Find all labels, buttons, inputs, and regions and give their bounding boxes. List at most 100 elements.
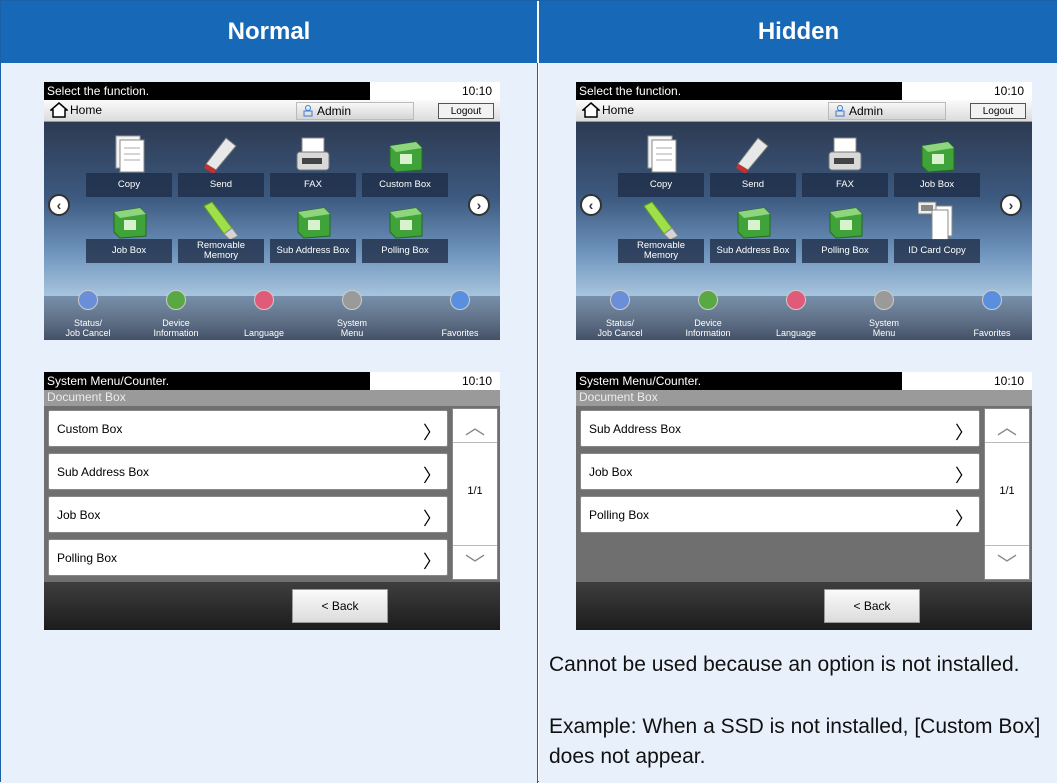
back-button[interactable]: < Back	[824, 589, 920, 623]
user-name: Admin	[317, 104, 352, 118]
next-page-icon[interactable]: ›	[1000, 194, 1022, 216]
tile-fax[interactable]: FAX	[270, 134, 356, 197]
clock: 10:10	[461, 84, 492, 98]
list-item-polling-box[interactable]: Polling Box 〉	[48, 539, 448, 576]
dock-device-information[interactable]: Device Information	[136, 318, 216, 338]
note-paragraph-2: Example: When a SSD is not installed, [C…	[549, 715, 1041, 768]
tile-label: Copy	[86, 173, 172, 197]
tile-removable-memory[interactable]: Removable Memory	[178, 200, 264, 263]
prompt-message: System Menu/Counter.	[576, 372, 902, 390]
tile-job-box[interactable]: Job Box	[894, 134, 980, 197]
tile-label: Polling Box	[802, 239, 888, 263]
tile-custom-box[interactable]: Custom Box	[362, 134, 448, 197]
home-button[interactable]: Home	[582, 102, 634, 118]
tile-send[interactable]: Send	[710, 134, 796, 197]
tile-job-box[interactable]: Job Box	[86, 200, 172, 263]
dock-system-menu[interactable]: System Menu	[844, 318, 924, 338]
scroll-down-icon[interactable]: ﹀	[985, 545, 1029, 579]
tile-id-card-copy[interactable]: ID Card Copy	[894, 200, 980, 263]
dock-status-job-cancel[interactable]: Status/ Job Cancel	[580, 318, 660, 338]
sub-address-box-icon	[734, 200, 772, 240]
list-scrollbar: ︿ 1/1 ﹀	[452, 408, 498, 580]
dock-device-information[interactable]: Device Information	[668, 318, 748, 338]
logout-button[interactable]: Logout	[970, 103, 1026, 119]
tile-sub-address-box[interactable]: Sub Address Box	[710, 200, 796, 263]
tile-fax[interactable]: FAX	[802, 134, 888, 197]
status-icon	[78, 290, 98, 310]
footer-bar: < Back	[576, 582, 1032, 630]
previous-page-icon[interactable]: ‹	[48, 194, 70, 216]
home-screen-normal: Select the function. 10:10 Home Admin Lo…	[44, 82, 500, 340]
send-icon	[202, 134, 240, 174]
polling-box-icon	[386, 200, 424, 240]
list-item-label: Sub Address Box	[57, 464, 150, 479]
dock-language[interactable]: Language	[756, 328, 836, 338]
tile-label: Custom Box	[362, 173, 448, 197]
favorites-icon	[450, 290, 470, 310]
sub-address-box-icon	[294, 200, 332, 240]
send-icon	[734, 134, 772, 174]
scroll-down-icon[interactable]: ﹀	[453, 545, 497, 579]
screen-subtitle: Document Box	[576, 390, 1032, 406]
user-icon	[303, 105, 313, 117]
user-name: Admin	[849, 104, 884, 118]
page-indicator: 1/1	[467, 485, 483, 497]
tile-label: Sub Address Box	[270, 239, 356, 263]
device-icon	[166, 290, 186, 310]
note-paragraph-1: Cannot be used because an option is not …	[549, 653, 1020, 676]
list-item-label: Job Box	[589, 464, 633, 479]
tile-sub-address-box[interactable]: Sub Address Box	[270, 200, 356, 263]
system-icon	[874, 290, 894, 310]
tile-copy[interactable]: Copy	[618, 134, 704, 197]
tile-label: Job Box	[894, 173, 980, 197]
dock-favorites[interactable]: Favorites	[952, 328, 1032, 338]
list-item-job-box[interactable]: Job Box 〉	[580, 453, 980, 490]
list-item-job-box[interactable]: Job Box 〉	[48, 496, 448, 533]
tile-send[interactable]: Send	[178, 134, 264, 197]
home-label: Home	[602, 103, 635, 117]
next-page-icon[interactable]: ›	[468, 194, 490, 216]
scroll-up-icon[interactable]: ︿	[453, 409, 497, 443]
home-icon	[582, 102, 600, 118]
back-button[interactable]: < Back	[292, 589, 388, 623]
tile-label: Send	[710, 173, 796, 197]
dock-language[interactable]: Language	[224, 328, 304, 338]
dock-favorites[interactable]: Favorites	[420, 328, 500, 338]
tile-label: Job Box	[86, 239, 172, 263]
chevron-right-icon: 〉	[423, 466, 441, 486]
list-item-label: Custom Box	[57, 421, 123, 436]
clock: 10:10	[993, 84, 1024, 98]
home-screen-hidden: Select the function. 10:10 Home Admin Lo…	[576, 82, 1032, 340]
list-item-polling-box[interactable]: Polling Box 〉	[580, 496, 980, 533]
list-item-sub-address-box[interactable]: Sub Address Box 〉	[580, 410, 980, 447]
tile-removable-memory[interactable]: Removable Memory	[618, 200, 704, 263]
removable-memory-icon	[202, 200, 240, 241]
chevron-right-icon: 〉	[423, 509, 441, 529]
user-display: Admin	[828, 102, 946, 120]
previous-page-icon[interactable]: ‹	[580, 194, 602, 216]
tile-polling-box[interactable]: Polling Box	[362, 200, 448, 263]
prompt-message: System Menu/Counter.	[44, 372, 370, 390]
status-bar: Select the function. 10:10	[44, 82, 500, 100]
scroll-up-icon[interactable]: ︿	[985, 409, 1029, 443]
custom-box-icon	[386, 134, 424, 174]
tile-label: Copy	[618, 173, 704, 197]
chevron-right-icon: 〉	[955, 466, 973, 486]
dock-status-job-cancel[interactable]: Status/ Job Cancel	[48, 318, 128, 338]
tile-label: Polling Box	[362, 239, 448, 263]
tile-label: Send	[178, 173, 264, 197]
tile-label: Removable Memory	[618, 239, 704, 263]
tile-polling-box[interactable]: Polling Box	[802, 200, 888, 263]
list-item-label: Polling Box	[589, 507, 650, 522]
chevron-right-icon: 〉	[955, 423, 973, 443]
page-indicator: 1/1	[999, 485, 1015, 497]
tile-copy[interactable]: Copy	[86, 134, 172, 197]
favorites-icon	[982, 290, 1002, 310]
logout-button[interactable]: Logout	[438, 103, 494, 119]
list-item-sub-address-box[interactable]: Sub Address Box 〉	[48, 453, 448, 490]
tile-label: Sub Address Box	[710, 239, 796, 263]
chevron-right-icon: 〉	[423, 423, 441, 443]
dock-system-menu[interactable]: System Menu	[312, 318, 392, 338]
home-button[interactable]: Home	[50, 102, 102, 118]
list-item-custom-box[interactable]: Custom Box 〉	[48, 410, 448, 447]
